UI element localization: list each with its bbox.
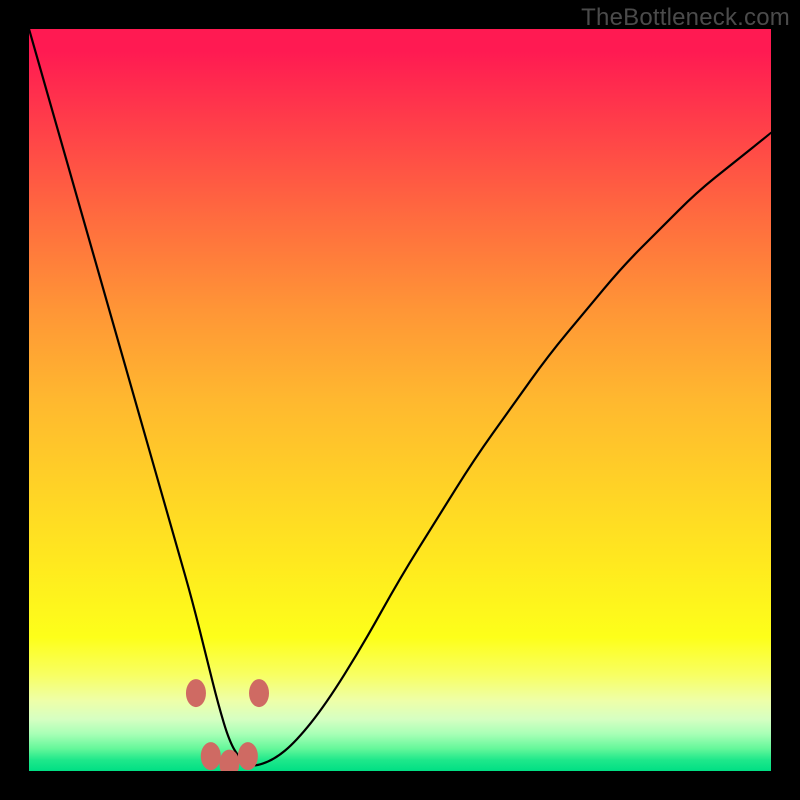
plot-area [29,29,771,771]
curve-marker [249,679,269,707]
curve-marker [201,742,221,770]
curve-markers [186,679,269,771]
bottleneck-curve [29,29,771,765]
curve-marker [186,679,206,707]
watermark-text: TheBottleneck.com [581,4,790,32]
curve-marker [238,742,258,770]
chart-frame: TheBottleneck.com [0,0,800,800]
curve-layer [29,29,771,771]
